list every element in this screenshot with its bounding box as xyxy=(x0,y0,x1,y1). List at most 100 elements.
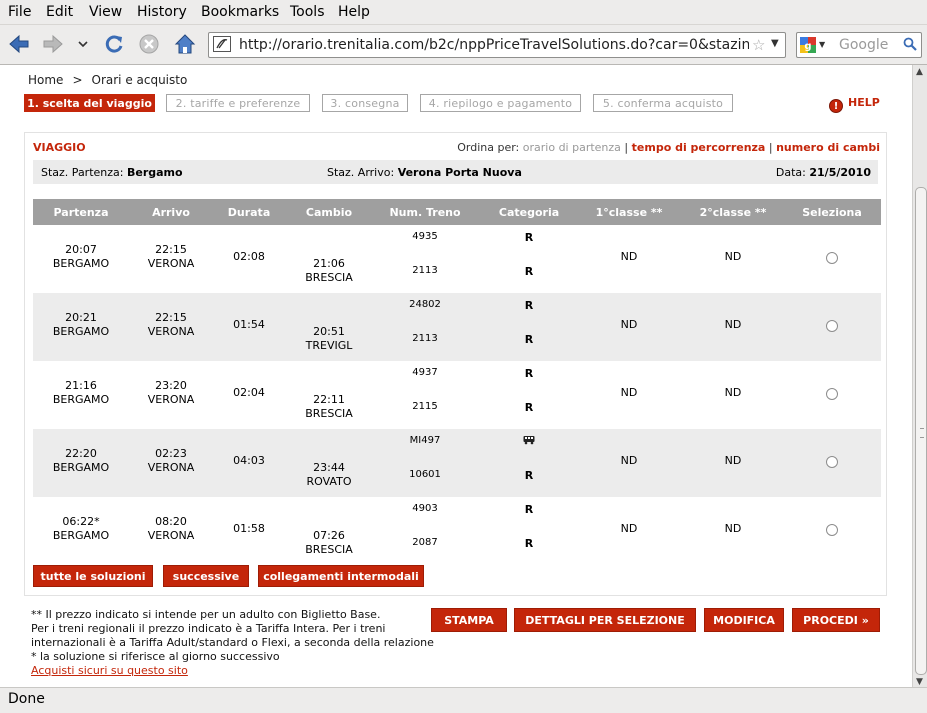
sort-label: Ordina per: xyxy=(457,141,520,154)
menu-history[interactable]: History xyxy=(137,4,187,20)
svg-text:g: g xyxy=(804,41,811,52)
second-class-price: ND xyxy=(724,386,742,399)
departure-station: BERGAMO xyxy=(52,461,110,474)
details-button[interactable]: DETTAGLI PER SELEZIONE xyxy=(514,608,696,632)
breadcrumb-current: Orari e acquisto xyxy=(91,73,188,87)
intermodal-button[interactable]: collegamenti intermodali xyxy=(258,565,424,587)
search-input[interactable]: Google xyxy=(839,37,888,53)
help-link[interactable]: ! HELP xyxy=(829,96,880,113)
change-time: 07:26 xyxy=(313,529,345,542)
train-number: 2113 xyxy=(412,333,438,344)
breadcrumb-separator: > xyxy=(72,73,83,87)
select-radio[interactable] xyxy=(826,320,838,332)
sort-options: Ordina per: orario di partenza | tempo d… xyxy=(457,141,880,154)
search-bar[interactable]: g ▼ Google xyxy=(796,32,922,58)
site-favicon-icon xyxy=(213,36,231,52)
departure-time: 20:21 xyxy=(65,311,97,324)
table-row: 20:21 BERGAMO 22:15 VERONA 01:54 20:51 TREVIGL… xyxy=(33,293,881,361)
scroll-thumb[interactable] xyxy=(915,187,927,675)
departure-station-label: Staz. Partenza: xyxy=(41,166,124,179)
table-row: 20:07 BERGAMO 22:15 VERONA 02:08 21:06 BRESCIA… xyxy=(33,225,881,293)
sort-by-duration[interactable]: tempo di percorrenza xyxy=(632,141,766,154)
train-number: 2115 xyxy=(412,401,438,412)
change-time: 23:44 xyxy=(313,461,345,474)
menu-file[interactable]: File xyxy=(8,4,31,20)
step-4: 4. riepilogo e pagamento xyxy=(420,94,581,112)
column-header: Categoria xyxy=(498,206,560,219)
arrival-station: VERONA xyxy=(147,393,195,406)
breadcrumb: Home > Orari e acquisto xyxy=(28,73,187,87)
sort-by-changes[interactable]: numero di cambi xyxy=(776,141,880,154)
step-5: 5. conferma acquisto xyxy=(593,94,733,112)
arrival-station-label: Staz. Arrivo: xyxy=(327,166,395,179)
url-text[interactable]: http://orario.trenitalia.com/b2c/nppPric… xyxy=(239,37,749,53)
note-line: Per i treni regionali il prezzo indicato… xyxy=(31,622,386,635)
status-text: Done xyxy=(8,691,45,707)
train-number: MI497 xyxy=(409,435,441,446)
travel-date-info: Data: 21/5/2010 xyxy=(776,166,871,179)
duration: 02:04 xyxy=(233,386,265,399)
arrival-station: VERONA xyxy=(147,257,195,270)
column-header: 1°classe ** xyxy=(595,206,663,219)
breadcrumb-home[interactable]: Home xyxy=(28,73,63,87)
first-class-price: ND xyxy=(620,386,638,399)
first-class-price: ND xyxy=(620,318,638,331)
select-radio[interactable] xyxy=(826,456,838,468)
duration: 02:08 xyxy=(233,250,265,263)
home-icon[interactable] xyxy=(174,33,196,55)
next-button[interactable]: successive xyxy=(163,565,249,587)
change-station: BRESCIA xyxy=(305,543,353,556)
select-radio[interactable] xyxy=(826,252,838,264)
stop-icon[interactable] xyxy=(138,33,160,55)
google-engine-icon[interactable]: g xyxy=(800,37,816,53)
menu-bookmarks[interactable]: Bookmarks xyxy=(201,4,279,20)
regional-train-icon: R xyxy=(524,299,534,312)
results-panel: VIAGGIO Ordina per: orario di partenza |… xyxy=(24,132,887,596)
note-line: internazionali è a Tariffa Adult/standar… xyxy=(31,636,434,649)
second-class-price: ND xyxy=(724,522,742,535)
travel-date: 21/5/2010 xyxy=(809,166,871,179)
train-number: 4937 xyxy=(412,367,438,378)
print-button[interactable]: STAMPA xyxy=(431,608,507,632)
reload-icon[interactable] xyxy=(103,33,125,55)
departure-station: BERGAMO xyxy=(52,257,110,270)
back-icon[interactable] xyxy=(8,33,30,55)
url-dropdown-icon[interactable]: ▼ xyxy=(771,38,779,49)
arrival-station: VERONA xyxy=(147,529,195,542)
menu-view[interactable]: View xyxy=(89,4,122,20)
all-solutions-button[interactable]: tutte le soluzioni xyxy=(33,565,153,587)
menu-tools[interactable]: Tools xyxy=(290,4,325,20)
search-icon[interactable] xyxy=(903,37,917,51)
scroll-up-icon[interactable]: ▲ xyxy=(916,67,923,77)
change-station: ROVATO xyxy=(306,475,352,488)
secure-purchase-link[interactable]: Acquisti sicuri su questo sito xyxy=(31,664,434,678)
select-radio[interactable] xyxy=(826,388,838,400)
select-radio[interactable] xyxy=(826,524,838,536)
departure-time: 21:16 xyxy=(65,379,97,392)
sort-separator: | xyxy=(768,141,773,154)
arrival-station: Verona Porta Nuova xyxy=(397,166,522,179)
engine-dropdown-icon[interactable]: ▼ xyxy=(819,40,825,49)
change-time: 21:06 xyxy=(313,257,345,270)
duration: 01:58 xyxy=(233,522,265,535)
history-dropdown-icon[interactable] xyxy=(76,33,90,55)
modify-button[interactable]: MODIFICA xyxy=(704,608,784,632)
duration: 01:54 xyxy=(233,318,265,331)
scroll-down-icon[interactable]: ▼ xyxy=(916,677,923,687)
proceed-button[interactable]: PROCEDI » xyxy=(792,608,880,632)
menu-edit[interactable]: Edit xyxy=(46,4,73,20)
first-class-price: ND xyxy=(620,250,638,263)
vertical-scrollbar[interactable]: ▲ ▼ xyxy=(912,65,927,687)
column-header: Cambio xyxy=(305,206,353,219)
forward-icon[interactable] xyxy=(42,33,64,55)
step-1[interactable]: 1. scelta del viaggio xyxy=(24,94,155,112)
arrival-time: 08:20 xyxy=(155,515,187,528)
duration: 04:03 xyxy=(233,454,265,467)
step-2: 2. tariffe e preferenze xyxy=(166,94,310,112)
menu-help[interactable]: Help xyxy=(338,4,370,20)
table-row: 21:16 BERGAMO 23:20 VERONA 02:04 22:11 BRESCIA… xyxy=(33,361,881,429)
bookmark-star-icon[interactable]: ☆ xyxy=(752,36,765,54)
url-bar[interactable]: http://orario.trenitalia.com/b2c/nppPric… xyxy=(208,32,786,58)
sort-by-departure: orario di partenza xyxy=(522,141,621,154)
regional-train-icon: R xyxy=(524,401,534,414)
